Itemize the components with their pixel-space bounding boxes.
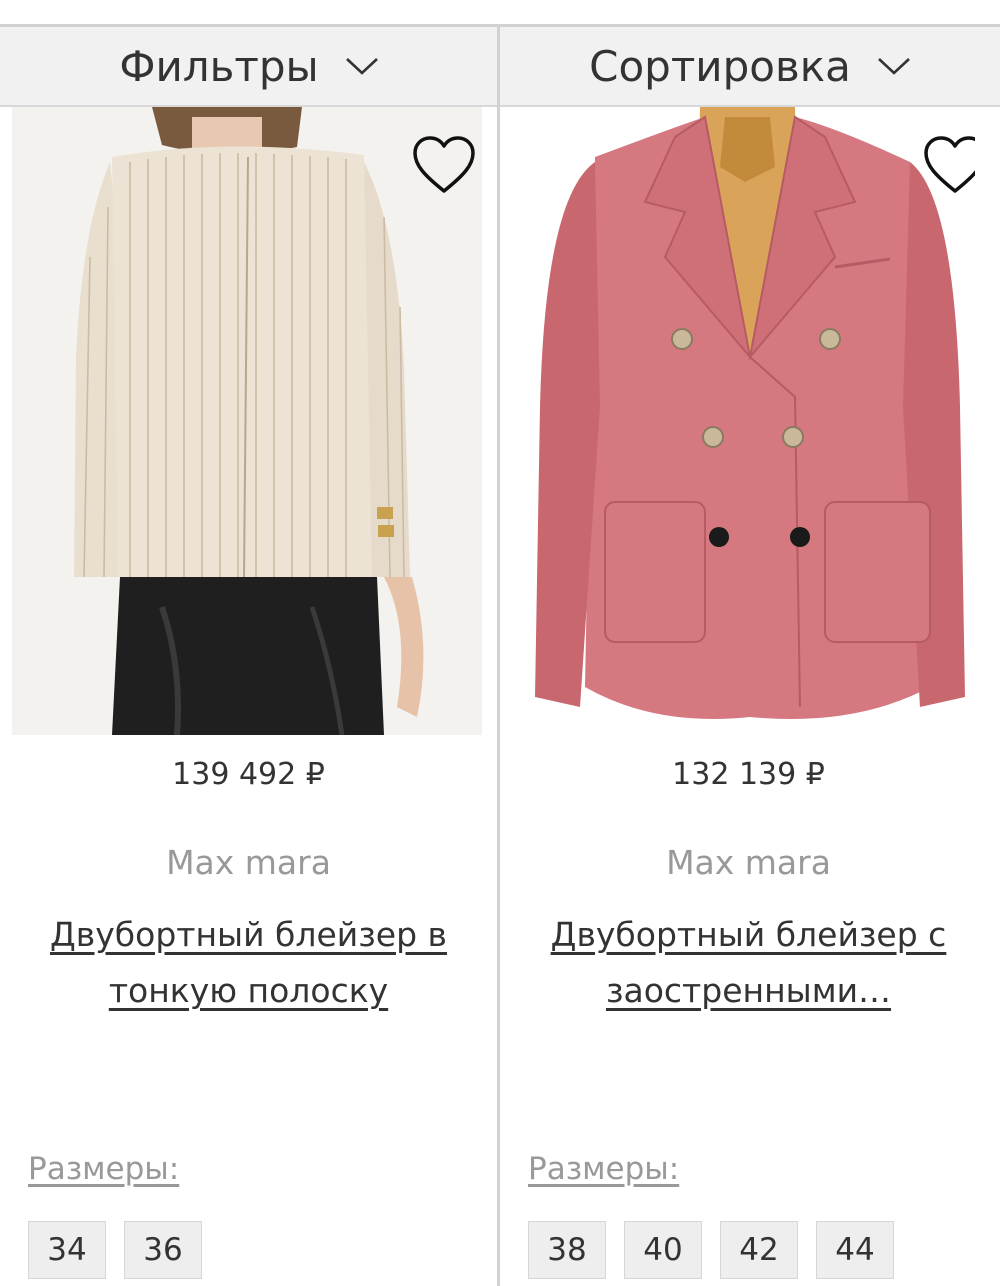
product-title-link[interactable]: Двубортный блейзер с заостренными… — [530, 907, 967, 1019]
filters-label: Фильтры — [119, 41, 319, 91]
filters-button[interactable]: Фильтры — [0, 27, 498, 105]
size-option[interactable]: 36 — [124, 1221, 202, 1279]
sizes-label[interactable]: Размеры: — [28, 1151, 179, 1187]
sort-button[interactable]: Сортировка — [500, 27, 1000, 105]
product-price: 139 492 ₽ — [172, 757, 325, 792]
product-title-link[interactable]: Двубортный блейзер в тонкую полоску — [30, 907, 467, 1019]
size-option[interactable]: 34 — [28, 1221, 106, 1279]
heart-outline-icon[interactable] — [923, 135, 975, 195]
filter-sort-toolbar: Фильтры Сортировка — [0, 27, 1000, 107]
product-card[interactable]: 132 139 ₽ Max mara Двубортный блейзер с … — [500, 107, 997, 1286]
product-brand: Max mara — [666, 843, 831, 882]
product-brand: Max mara — [166, 843, 331, 882]
size-list: 38 40 42 44 — [528, 1221, 894, 1279]
size-option[interactable]: 42 — [720, 1221, 798, 1279]
product-price: 132 139 ₽ — [672, 757, 825, 792]
size-option[interactable]: 38 — [528, 1221, 606, 1279]
product-image[interactable] — [12, 107, 482, 735]
chevron-down-icon — [877, 58, 910, 75]
size-option[interactable]: 40 — [624, 1221, 702, 1279]
heart-outline-icon[interactable] — [412, 135, 476, 195]
sort-label: Сортировка — [589, 41, 851, 91]
product-card[interactable]: 139 492 ₽ Max mara Двубортный блейзер в … — [0, 107, 497, 1286]
product-image[interactable] — [525, 107, 975, 735]
chevron-down-icon — [345, 58, 378, 75]
sizes-label[interactable]: Размеры: — [528, 1151, 679, 1187]
size-list: 34 36 — [28, 1221, 202, 1279]
size-option[interactable]: 44 — [816, 1221, 894, 1279]
